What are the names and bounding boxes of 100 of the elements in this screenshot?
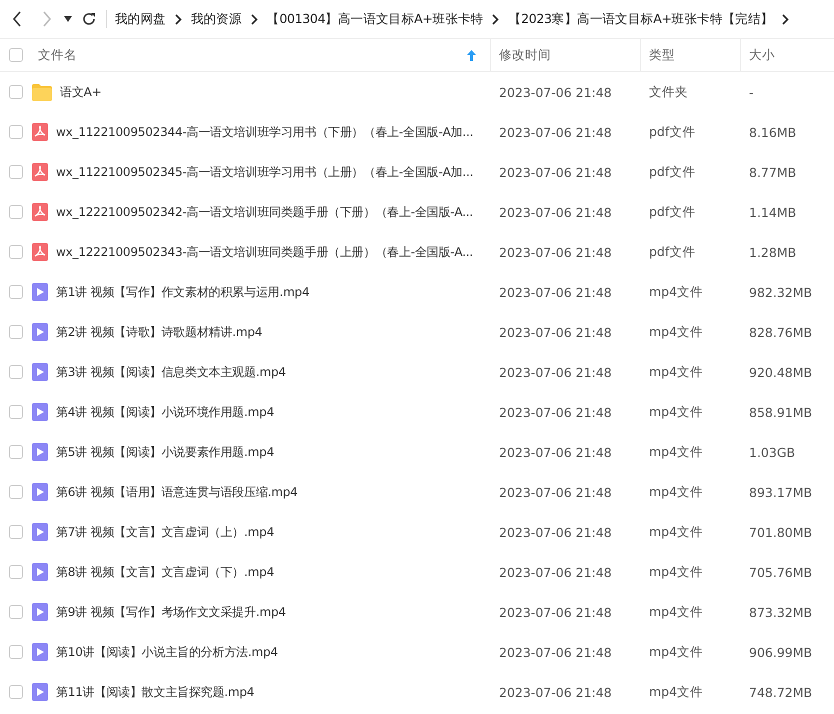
- row-checkbox[interactable]: [9, 405, 23, 419]
- file-size: 828.76MB: [749, 324, 812, 340]
- file-size: 920.48MB: [749, 364, 812, 380]
- file-size: 1.28MB: [749, 244, 796, 260]
- column-header[interactable]: 大小: [740, 39, 834, 71]
- file-name[interactable]: 第8讲 视频【文言】文言虚词（下）.mp4: [56, 564, 274, 580]
- file-size: 906.99MB: [749, 644, 812, 660]
- file-name[interactable]: wx_11221009502344-高一语文培训班学习用书（下册）（春上-全国版-A加...: [56, 124, 474, 140]
- file-name[interactable]: 第1讲 视频【写作】作文素材的积累与运用.mp4: [56, 284, 310, 300]
- chevron-icon: [782, 14, 790, 24]
- select-all-checkbox[interactable]: [9, 48, 23, 62]
- file-type: mp4文件: [649, 684, 704, 698]
- video-file-icon: [32, 563, 48, 581]
- modified-time: 2023-07-06 21:48: [499, 84, 612, 100]
- row-checkbox[interactable]: [9, 605, 23, 619]
- row-checkbox[interactable]: [9, 645, 23, 659]
- pdf-file-icon: [32, 203, 48, 221]
- file-name[interactable]: wx_12221009502343-高一语文培训班同类题手册（上册）（春上-全国版-A...: [56, 244, 474, 260]
- video-file-icon: [32, 283, 48, 301]
- forward-icon[interactable]: [42, 11, 52, 27]
- file-name[interactable]: 第5讲 视频【阅读】小说要素作用题.mp4: [56, 444, 274, 460]
- column-header[interactable]: 类型: [640, 39, 740, 71]
- sort-arrow-icon[interactable]: [467, 50, 476, 60]
- row-checkbox[interactable]: [9, 285, 23, 299]
- row-checkbox[interactable]: [9, 485, 23, 499]
- file-type: pdf文件: [649, 164, 696, 178]
- back-icon[interactable]: [12, 11, 22, 27]
- file-type: mp4文件: [649, 284, 704, 298]
- file-type: pdf文件: [649, 204, 696, 218]
- video-file-icon: [32, 363, 48, 381]
- video-file-icon: [32, 483, 48, 501]
- video-file-icon: [32, 523, 48, 541]
- chevron-icon: [492, 14, 500, 24]
- pdf-file-icon: [32, 243, 48, 261]
- pdf-file-icon: [32, 123, 48, 141]
- file-type: mp4文件: [649, 564, 704, 578]
- modified-time: 2023-07-06 21:48: [499, 244, 612, 260]
- breadcrumb-link[interactable]: 我的网盘: [115, 10, 166, 28]
- refresh-icon[interactable]: [82, 12, 96, 26]
- file-name[interactable]: 第9讲 视频【写作】考场作文文采提升.mp4: [56, 604, 286, 620]
- dropdown-icon[interactable]: [64, 16, 72, 22]
- file-type: mp4文件: [649, 484, 704, 498]
- chevron-icon: [174, 14, 182, 24]
- file-size: -: [749, 84, 754, 100]
- file-name[interactable]: 第6讲 视频【语用】语意连贯与语段压缩.mp4: [56, 484, 298, 500]
- modified-time: 2023-07-06 21:48: [499, 524, 612, 540]
- video-file-icon: [32, 683, 48, 701]
- file-size: 8.16MB: [749, 124, 796, 140]
- video-file-icon: [32, 443, 48, 461]
- pdf-file-icon: [32, 163, 48, 181]
- file-name[interactable]: wx_12221009502342-高一语文培训班同类题手册（下册）（春上-全国版-A...: [56, 204, 474, 220]
- modified-time: 2023-07-06 21:48: [499, 364, 612, 380]
- file-size: 748.72MB: [749, 684, 812, 700]
- file-name[interactable]: 第2讲 视频【诗歌】诗歌题材精讲.mp4: [56, 324, 262, 340]
- row-checkbox[interactable]: [9, 565, 23, 579]
- modified-time: 2023-07-06 21:48: [499, 284, 612, 300]
- breadcrumb-link[interactable]: 【2023寒】高一语文目标A+班张卡特【完结】: [508, 10, 774, 28]
- breadcrumb-link[interactable]: 【001304】高一语文目标A+班张卡特: [266, 10, 484, 28]
- file-name[interactable]: 第11讲【阅读】散文主旨探究题.mp4: [56, 684, 254, 700]
- file-size: 705.76MB: [749, 564, 812, 580]
- file-type: mp4文件: [649, 524, 704, 538]
- file-size: 893.17MB: [749, 484, 812, 500]
- file-name[interactable]: 第7讲 视频【文言】文言虚词（上）.mp4: [56, 524, 274, 540]
- row-checkbox[interactable]: [9, 525, 23, 539]
- modified-time: 2023-07-06 21:48: [499, 484, 612, 500]
- file-name[interactable]: 语文A+: [60, 84, 102, 100]
- file-name[interactable]: 第3讲 视频【阅读】信息类文本主观题.mp4: [56, 364, 286, 380]
- row-checkbox[interactable]: [9, 205, 23, 219]
- file-type: mp4文件: [649, 604, 704, 618]
- column-header[interactable]: 修改时间: [490, 39, 640, 71]
- file-size: 1.14MB: [749, 204, 796, 220]
- row-checkbox[interactable]: [9, 245, 23, 259]
- row-checkbox[interactable]: [9, 325, 23, 339]
- row-checkbox[interactable]: [9, 685, 23, 699]
- column-header[interactable]: 文件名: [30, 39, 490, 71]
- file-name[interactable]: 第4讲 视频【阅读】小说环境作用题.mp4: [56, 404, 274, 420]
- file-type: pdf文件: [649, 244, 696, 258]
- row-checkbox[interactable]: [9, 365, 23, 379]
- file-size: 8.77MB: [749, 164, 796, 180]
- row-checkbox[interactable]: [9, 125, 23, 139]
- modified-time: 2023-07-06 21:48: [499, 644, 612, 660]
- folder-icon: [32, 84, 52, 100]
- modified-time: 2023-07-06 21:48: [499, 404, 612, 420]
- row-checkbox[interactable]: [9, 165, 23, 179]
- modified-time: 2023-07-06 21:48: [499, 604, 612, 620]
- video-file-icon: [32, 403, 48, 421]
- file-name[interactable]: 第10讲【阅读】小说主旨的分析方法.mp4: [56, 644, 278, 660]
- file-type: mp4文件: [649, 364, 704, 378]
- file-name[interactable]: wx_11221009502345-高一语文培训班学习用书（上册）（春上-全国版-A加...: [56, 164, 474, 180]
- row-checkbox[interactable]: [9, 445, 23, 459]
- file-size: 701.80MB: [749, 524, 812, 540]
- modified-time: 2023-07-06 21:48: [499, 124, 612, 140]
- modified-time: 2023-07-06 21:48: [499, 324, 612, 340]
- file-size: 858.91MB: [749, 404, 812, 420]
- chevron-icon: [250, 14, 258, 24]
- file-type: mp4文件: [649, 404, 704, 418]
- modified-time: 2023-07-06 21:48: [499, 444, 612, 460]
- breadcrumb-link[interactable]: 我的资源: [190, 10, 242, 28]
- row-checkbox[interactable]: [9, 85, 23, 99]
- file-type: mp4文件: [649, 444, 704, 458]
